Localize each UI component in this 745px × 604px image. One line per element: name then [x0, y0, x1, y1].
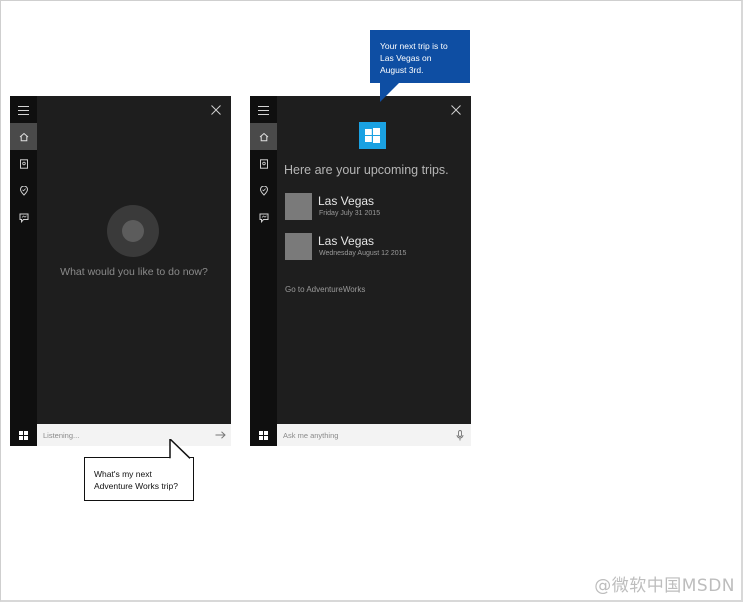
trips-heading: Here are your upcoming trips. [284, 163, 449, 177]
callout-line: Las Vegas on [380, 53, 432, 63]
cortana-orb [107, 205, 159, 257]
windows-logo-icon[interactable] [250, 424, 277, 446]
trip-date: Wednesday August 12 2015 [319, 250, 407, 257]
hamburger-icon[interactable] [258, 106, 269, 115]
cortana-panel-listening: What would you like to do now? Listening… [10, 96, 231, 446]
trip-title: Las Vegas [318, 234, 375, 248]
location-icon[interactable] [10, 177, 37, 204]
close-icon[interactable] [450, 104, 462, 116]
close-icon[interactable] [210, 104, 222, 116]
notebook-icon[interactable] [10, 150, 37, 177]
home-icon[interactable] [250, 123, 277, 150]
trip-thumbnail [285, 193, 312, 220]
microphone-icon[interactable] [449, 424, 471, 446]
search-input[interactable]: Ask me anything [277, 431, 449, 440]
callout-line: Adventure Works trip? [94, 481, 178, 491]
nav-rail [250, 96, 277, 424]
callout-tail [380, 82, 400, 102]
callout-line: August 3rd. [380, 65, 424, 75]
app-tile-icon [359, 122, 386, 149]
trip-item[interactable]: Las Vegas Wednesday August 12 2015 [285, 233, 465, 261]
arrow-right-icon[interactable] [209, 424, 231, 446]
watermark: @微软中国MSDN [594, 576, 735, 596]
search-bar[interactable]: Listening... [37, 424, 231, 446]
location-icon[interactable] [250, 177, 277, 204]
callout-tail [169, 439, 191, 459]
nav-rail [10, 96, 37, 424]
adventureworks-link[interactable]: Go to AdventureWorks [285, 285, 365, 294]
notebook-icon[interactable] [250, 150, 277, 177]
cortana-panel-results: Here are your upcoming trips. Las Vegas … [250, 96, 471, 446]
feedback-icon[interactable] [250, 204, 277, 231]
trip-item[interactable]: Las Vegas Friday July 31 2015 [285, 193, 465, 221]
hamburger-icon[interactable] [18, 106, 29, 115]
user-query-callout: What's my next Adventure Works trip? [84, 457, 194, 501]
trip-date: Friday July 31 2015 [319, 210, 381, 217]
trip-thumbnail [285, 233, 312, 260]
feedback-icon[interactable] [10, 204, 37, 231]
cortana-prompt: What would you like to do now? [60, 266, 208, 278]
cortana-response-callout: Your next trip is to Las Vegas on August… [370, 30, 470, 83]
callout-line: Your next trip is to [380, 41, 448, 51]
search-bar[interactable]: Ask me anything [277, 424, 471, 446]
windows-logo-icon[interactable] [10, 424, 37, 446]
home-icon[interactable] [10, 123, 37, 150]
callout-line: What's my next [94, 469, 152, 479]
trip-title: Las Vegas [318, 194, 375, 208]
